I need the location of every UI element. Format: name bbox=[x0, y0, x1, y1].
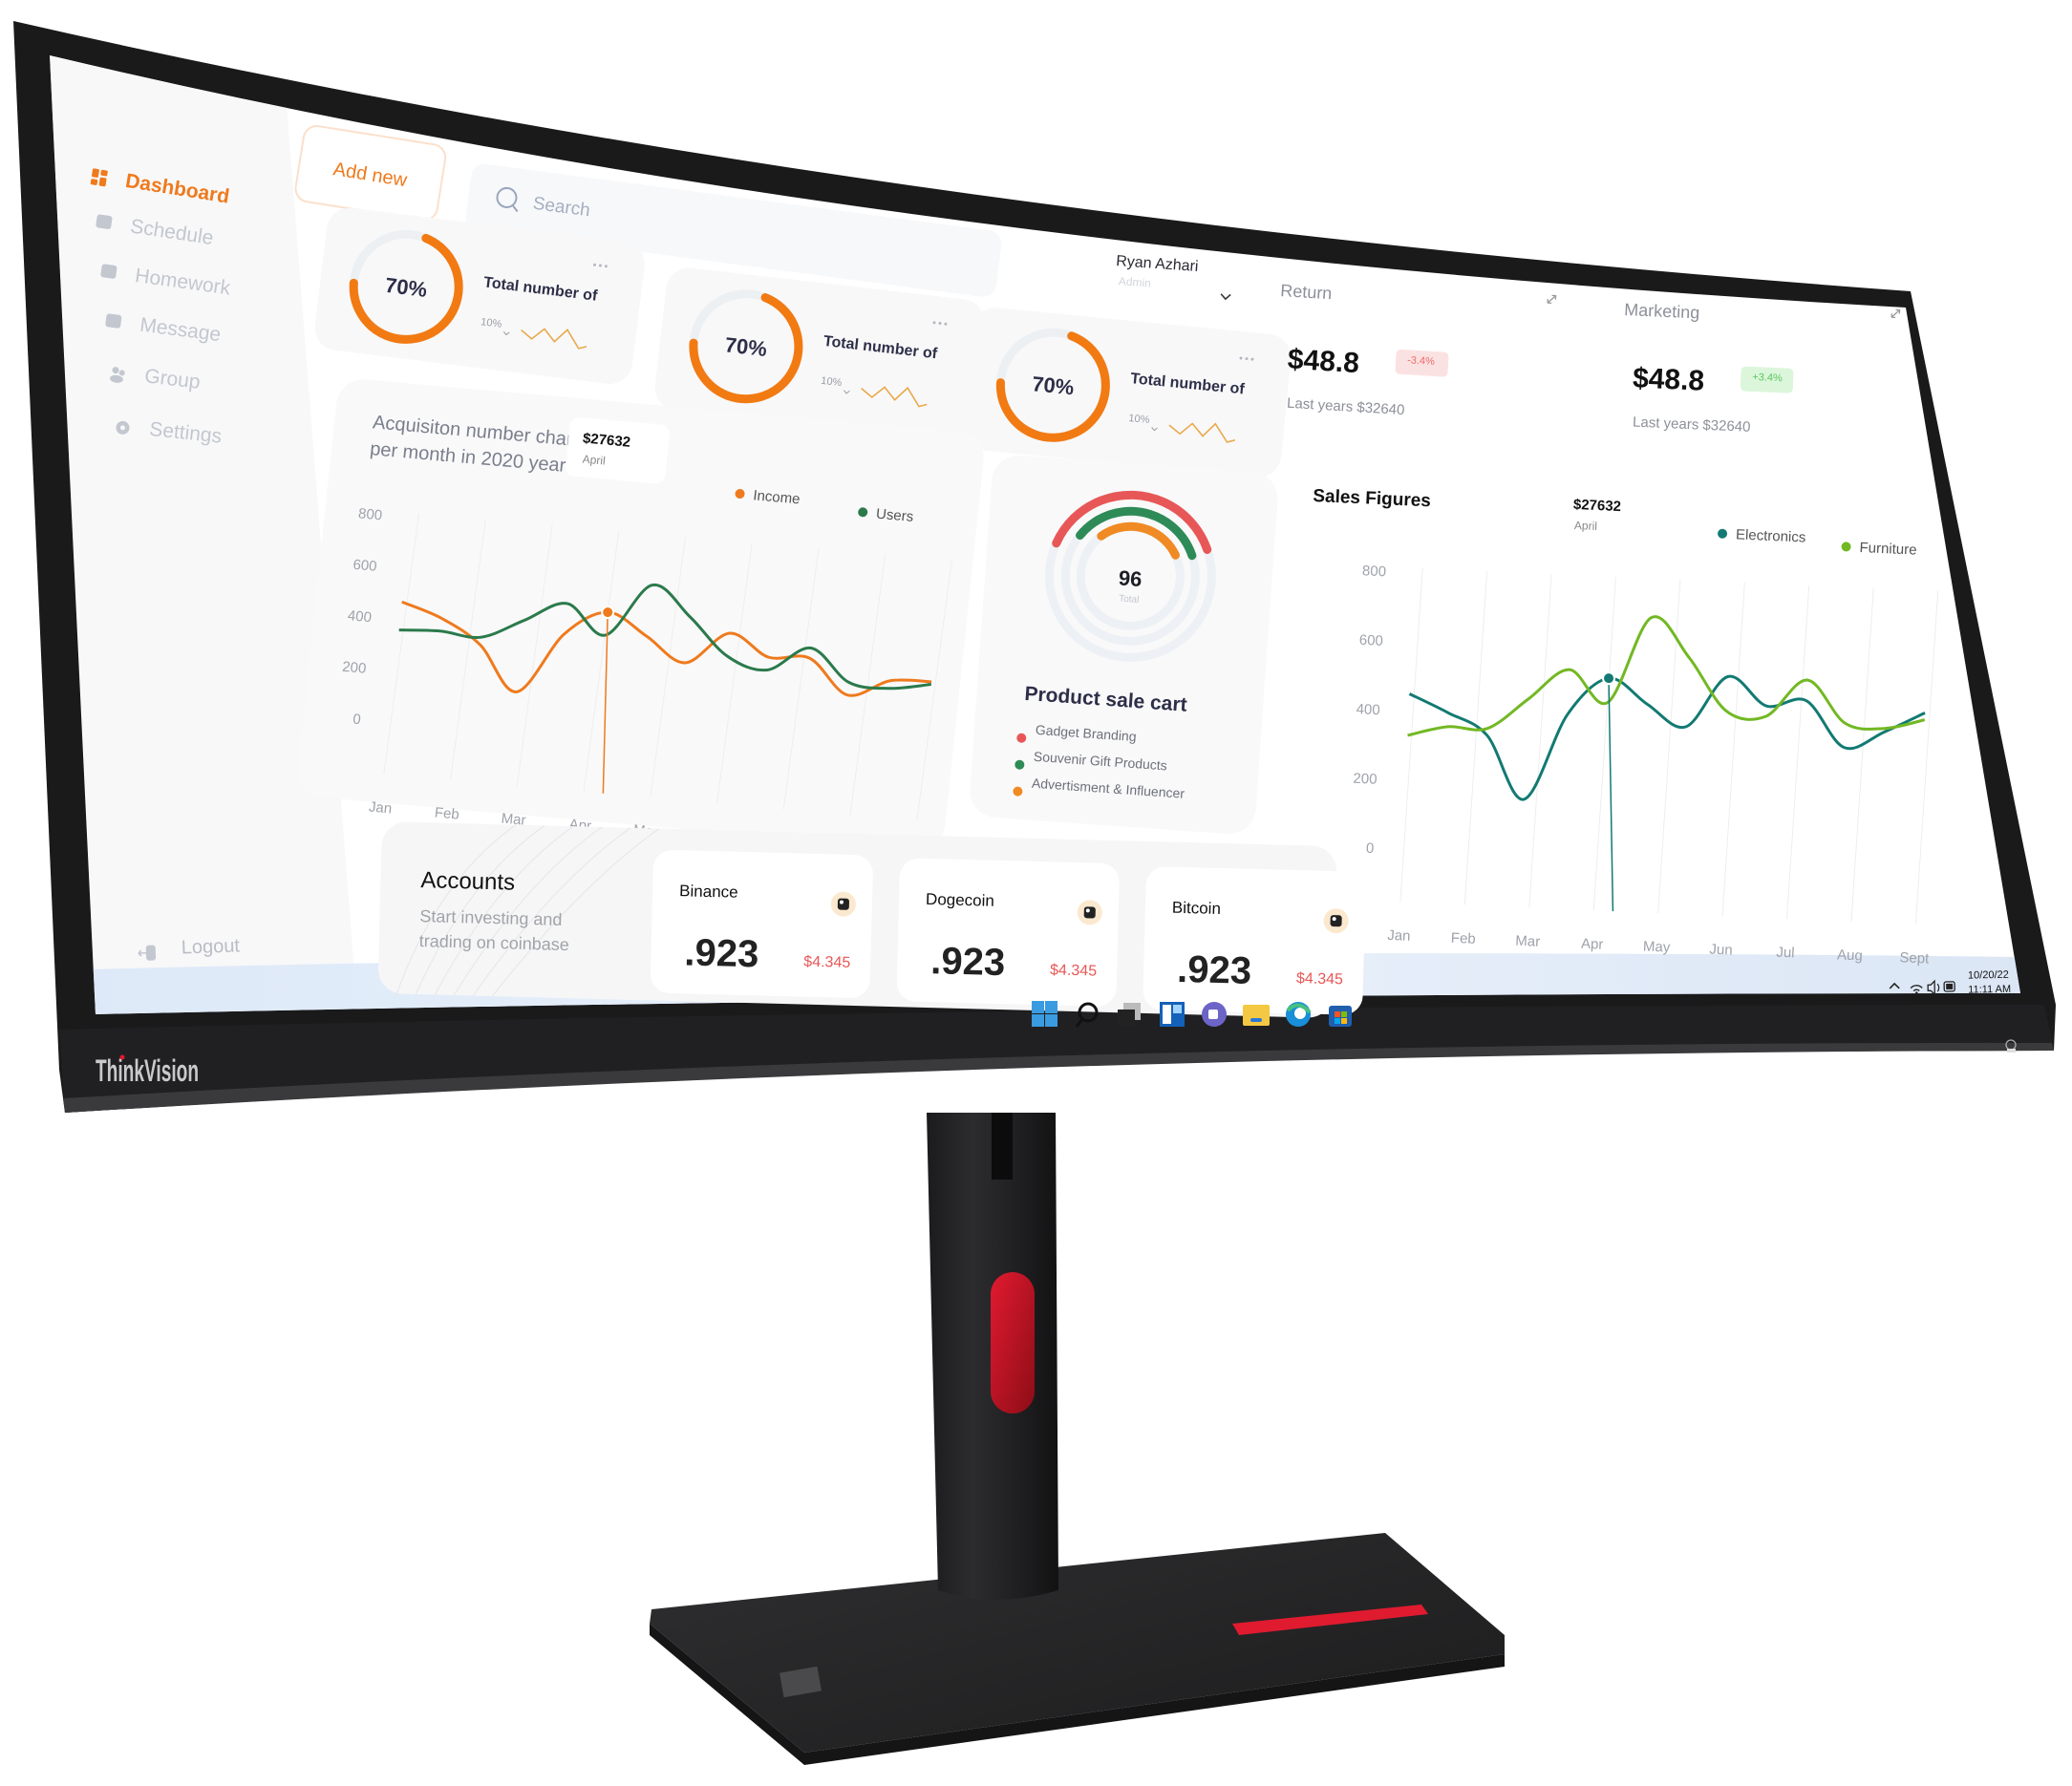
coin-name: Binance bbox=[679, 882, 738, 902]
file-explorer-icon[interactable] bbox=[1243, 1005, 1270, 1026]
clock-time[interactable]: 11:11 AM bbox=[1968, 984, 2011, 996]
x-tick-label: Aug bbox=[1837, 946, 1863, 964]
calendar-icon bbox=[96, 214, 113, 229]
edge-browser-icon[interactable] bbox=[1286, 1002, 1312, 1027]
coin-cards: Binance.923 $4.345Dogecoin.923 $4.345Bitco… bbox=[650, 849, 1366, 1015]
chart-tooltip: $27632April bbox=[565, 417, 671, 484]
gauge-total: 96 bbox=[1118, 565, 1143, 591]
coin-price: $4.345 bbox=[803, 954, 850, 971]
summary-value: $48.8 bbox=[1632, 362, 1704, 396]
product-photo: ThinkVision Dashboard Schedule Homework Mes… bbox=[0, 0, 2072, 1781]
chart-tooltip: $27632 April bbox=[1557, 483, 1660, 547]
coin-value: .923 bbox=[930, 940, 1006, 984]
x-tick-label: Feb bbox=[1451, 930, 1477, 947]
tooltip-label: April bbox=[1574, 519, 1598, 533]
y-tick-label: 400 bbox=[347, 607, 373, 626]
stat-percent: 70% bbox=[724, 332, 769, 361]
stat-change: 10% bbox=[821, 375, 843, 389]
y-tick-label: 200 bbox=[1353, 771, 1378, 788]
coin-card-dogecoin[interactable]: Dogecoin .923 $4.345 bbox=[896, 858, 1120, 1007]
highlight-point[interactable] bbox=[601, 606, 615, 620]
stat-card[interactable]: 70% Total number of10% bbox=[961, 306, 1293, 478]
widgets-icon[interactable] bbox=[1160, 1002, 1185, 1027]
accounts-subtitle-line2: trading on coinbase bbox=[418, 931, 569, 954]
summary-title: Marketing bbox=[1624, 300, 1700, 322]
clock-date[interactable]: 10/20/22 bbox=[1968, 969, 2009, 982]
brand-logo: ThinkVision bbox=[96, 1053, 199, 1088]
legend-label: Users bbox=[875, 506, 914, 525]
x-tick-label: Feb bbox=[434, 804, 460, 822]
coin-card-binance[interactable]: Binance .923 $4.345 bbox=[650, 849, 873, 998]
y-tick-label: 0 bbox=[352, 712, 361, 729]
stat-percent: 70% bbox=[1031, 372, 1075, 399]
x-tick-label: Apr bbox=[1581, 936, 1604, 953]
stat-change: 10% bbox=[1128, 413, 1150, 426]
legend-label: Furniture bbox=[1859, 540, 1917, 559]
summary-badge: -3.4% bbox=[1407, 354, 1436, 368]
cable-clip-red bbox=[991, 1272, 1035, 1414]
coin-name: Bitcoin bbox=[1172, 899, 1222, 918]
summary-badge: +3.4% bbox=[1752, 372, 1783, 384]
x-tick-label: Mar bbox=[1515, 933, 1541, 950]
y-tick-label: 800 bbox=[357, 505, 383, 523]
x-tick-label: Jul bbox=[1776, 945, 1795, 962]
x-tick-label: May bbox=[1643, 939, 1672, 956]
coin-value: .923 bbox=[684, 931, 759, 975]
y-tick-label: 0 bbox=[1366, 840, 1375, 857]
coin-card-bitcoin[interactable]: Bitcoin .923 $4.345 bbox=[1143, 866, 1366, 1015]
envelope-icon bbox=[105, 313, 122, 329]
x-tick-label: Jun bbox=[1709, 942, 1733, 959]
highlight-point[interactable] bbox=[1602, 671, 1616, 686]
accounts-panel: Accounts Start investing and trading on … bbox=[377, 821, 1366, 1018]
gauge-total-label: Total bbox=[1119, 594, 1140, 606]
y-tick-label: 400 bbox=[1356, 701, 1380, 718]
x-tick-label: Jan bbox=[368, 798, 393, 817]
logout-label: Logout bbox=[181, 935, 240, 958]
coin-value: .923 bbox=[1177, 948, 1252, 992]
accounts-subtitle-line1: Start investing and bbox=[419, 906, 563, 929]
y-tick-label: 200 bbox=[341, 659, 367, 677]
stat-percent: 70% bbox=[384, 273, 429, 302]
briefcase-icon bbox=[100, 264, 117, 279]
coin-price: $4.345 bbox=[1050, 962, 1097, 979]
legend-label: Electronics bbox=[1736, 526, 1806, 545]
tooltip-label: April bbox=[582, 453, 606, 468]
acquisition-chart-card: Acquisiton number change per month in 20… bbox=[297, 379, 984, 864]
summary-title: Return bbox=[1280, 281, 1333, 303]
accounts-title: Accounts bbox=[420, 867, 515, 896]
y-tick-label: 800 bbox=[1362, 563, 1387, 580]
x-tick-label: Jan bbox=[1387, 927, 1411, 945]
summary-value: $48.8 bbox=[1287, 344, 1360, 380]
store-icon[interactable] bbox=[1329, 1006, 1352, 1027]
monitor-scene: ThinkVision DashboardScheduleHomeworkMes… bbox=[13, 21, 2056, 1765]
y-tick-label: 600 bbox=[1358, 632, 1383, 649]
brand-logo-dot bbox=[119, 1054, 125, 1060]
x-tick-label: Sept bbox=[1899, 949, 1930, 967]
user-role: Admin bbox=[1118, 274, 1151, 289]
y-tick-label: 600 bbox=[352, 557, 378, 575]
product-sale-card: 96 Total Product sale cart Gadget Brandi… bbox=[970, 455, 1278, 835]
tooltip-value: $27632 bbox=[1573, 497, 1622, 515]
coin-name: Dogecoin bbox=[926, 890, 994, 910]
coin-price: $4.345 bbox=[1296, 970, 1343, 988]
teams-chat-icon[interactable] bbox=[1202, 1002, 1227, 1027]
monitor-stand bbox=[650, 1113, 1505, 1765]
